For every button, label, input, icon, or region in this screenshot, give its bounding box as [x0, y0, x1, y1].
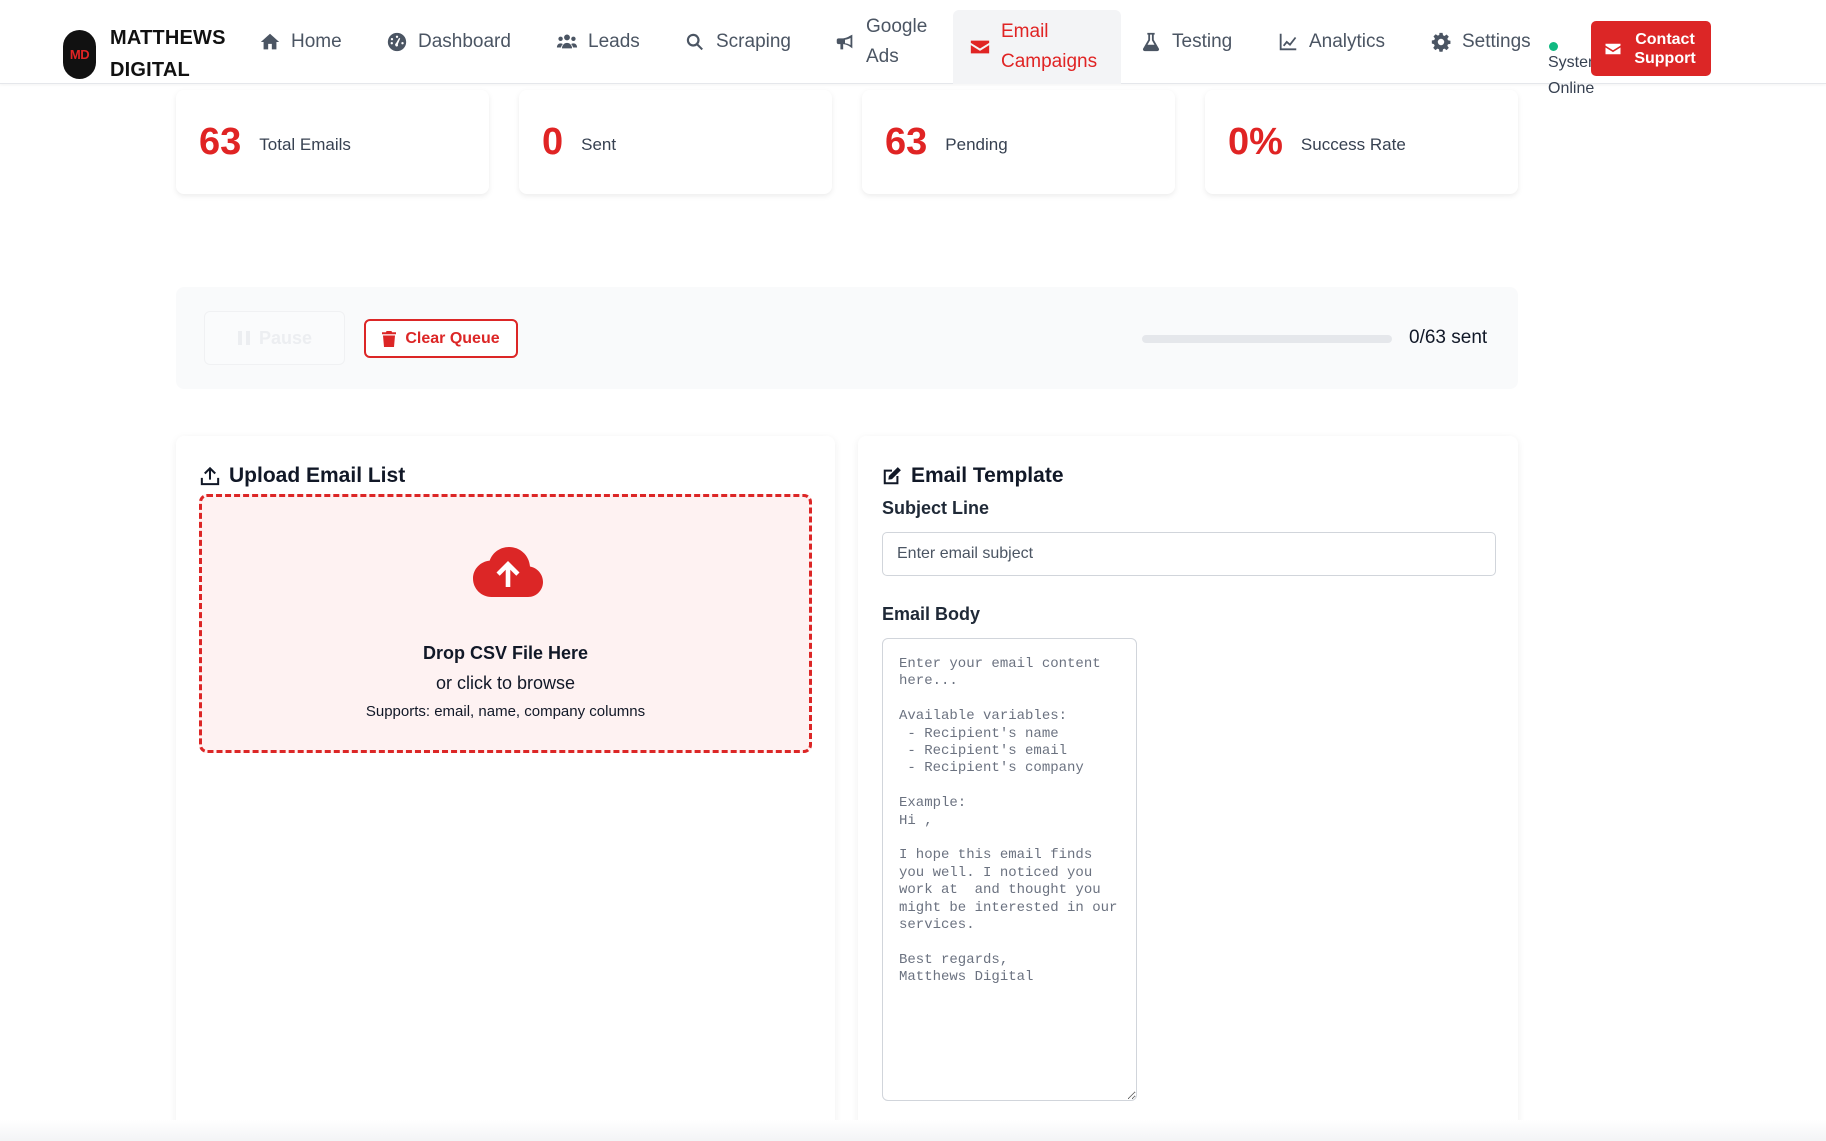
upload-panel: Upload Email List Drop CSV File Here or … [176, 436, 835, 1141]
send-progress-text: 0/63 sent [1409, 327, 1488, 348]
nav-testing-label: Testing [1172, 31, 1233, 52]
stat-label: Success Rate [1300, 135, 1406, 154]
template-panel-title: Email Template [881, 464, 1064, 488]
brand-name-line1: MATTHEWS [110, 27, 226, 49]
nav-google-ads-label: Google Ads [866, 16, 928, 67]
nav-leads-label: Leads [588, 31, 640, 52]
cloud-upload-icon [473, 547, 543, 597]
contact-support-button[interactable]: Contact Support [1591, 21, 1711, 76]
template-panel-title-text: Email Template [911, 464, 1064, 487]
pause-button[interactable]: Pause [204, 311, 345, 365]
nav-settings-label: Settings [1462, 31, 1531, 52]
stat-label: Pending [945, 135, 1008, 154]
nav-scraping[interactable]: Scraping [684, 0, 791, 84]
edit-icon [883, 467, 901, 485]
trash-icon [382, 330, 397, 347]
top-navbar: MD MATTHEWS DIGITAL Home Dashboard Leads… [0, 0, 1826, 97]
email-template-panel: Email Template Subject Line Email Body [858, 436, 1518, 1141]
stat-value: 63 [199, 120, 242, 163]
subject-input[interactable] [882, 532, 1496, 576]
upload-panel-title: Upload Email List [199, 464, 405, 488]
users-icon [556, 31, 578, 53]
contact-support-label: Contact Support [1634, 30, 1696, 67]
nav-dashboard-label: Dashboard [418, 31, 511, 52]
gauge-icon [386, 31, 408, 53]
csv-dropzone[interactable]: Drop CSV File Here or click to browse Su… [199, 494, 812, 753]
nav-dashboard[interactable]: Dashboard [386, 0, 511, 84]
nav-email-campaigns-label: Email Campaigns [1001, 21, 1098, 72]
dropzone-subtitle: or click to browse [435, 673, 576, 693]
nav-testing[interactable]: Testing [1140, 0, 1232, 84]
upload-icon [200, 466, 220, 486]
home-icon [259, 31, 281, 53]
nav-leads[interactable]: Leads [556, 0, 640, 84]
nav-home-label: Home [291, 31, 342, 52]
page-bottom-edge [0, 1120, 1826, 1141]
stat-value: 0 [542, 120, 564, 163]
brand-name: MATTHEWS DIGITAL [110, 22, 226, 86]
stat-card-total-emails: 63 Total Emails [176, 90, 489, 194]
megaphone-icon [834, 31, 856, 53]
gear-icon [1430, 31, 1452, 53]
queue-controls: Pause Clear Queue 0/63 sent [176, 287, 1518, 389]
nav-home[interactable]: Home [259, 0, 342, 84]
send-progress-bar [1142, 335, 1392, 343]
email-body-textarea[interactable] [882, 638, 1137, 1101]
nav-email-campaigns[interactable]: Email Campaigns [953, 10, 1121, 84]
system-status: System Online [1548, 50, 1595, 102]
dropzone-title: Drop CSV File Here [422, 643, 589, 663]
email-body-label: Email Body [882, 604, 981, 624]
system-status-line1: System [1548, 54, 1592, 71]
nav-settings[interactable]: Settings [1430, 0, 1531, 84]
stat-card-pending: 63 Pending [862, 90, 1175, 194]
nav-analytics[interactable]: Analytics [1277, 0, 1385, 84]
nav-analytics-label: Analytics [1309, 31, 1386, 52]
stat-label: Total Emails [259, 135, 351, 154]
nav-scraping-label: Scraping [716, 31, 791, 52]
stat-card-sent: 0 Sent [519, 90, 832, 194]
dropzone-hint: Supports: email, name, company columns [365, 703, 646, 720]
envelope-icon [1605, 43, 1621, 54]
system-status-line2: Online [1548, 80, 1595, 97]
nav-google-ads[interactable]: Google Ads [834, 0, 936, 84]
pause-icon [237, 331, 250, 345]
stat-label: Sent [581, 135, 617, 154]
subject-line-label: Subject Line [882, 498, 990, 518]
clear-queue-button[interactable]: Clear Queue [364, 319, 518, 358]
brand-logo: MD [63, 29, 96, 79]
envelope-icon [969, 36, 991, 58]
line-chart-icon [1277, 31, 1299, 53]
pause-button-label: Pause [258, 327, 313, 348]
upload-panel-title-text: Upload Email List [229, 464, 406, 487]
search-icon [684, 31, 706, 53]
brand[interactable]: MD MATTHEWS DIGITAL [63, 22, 226, 86]
flask-icon [1140, 31, 1162, 53]
stat-value: 0% [1228, 120, 1283, 163]
stat-card-success-rate: 0% Success Rate [1205, 90, 1518, 194]
brand-name-line2: DIGITAL [110, 59, 190, 81]
stat-value: 63 [885, 120, 928, 163]
clear-queue-label: Clear Queue [405, 329, 500, 347]
